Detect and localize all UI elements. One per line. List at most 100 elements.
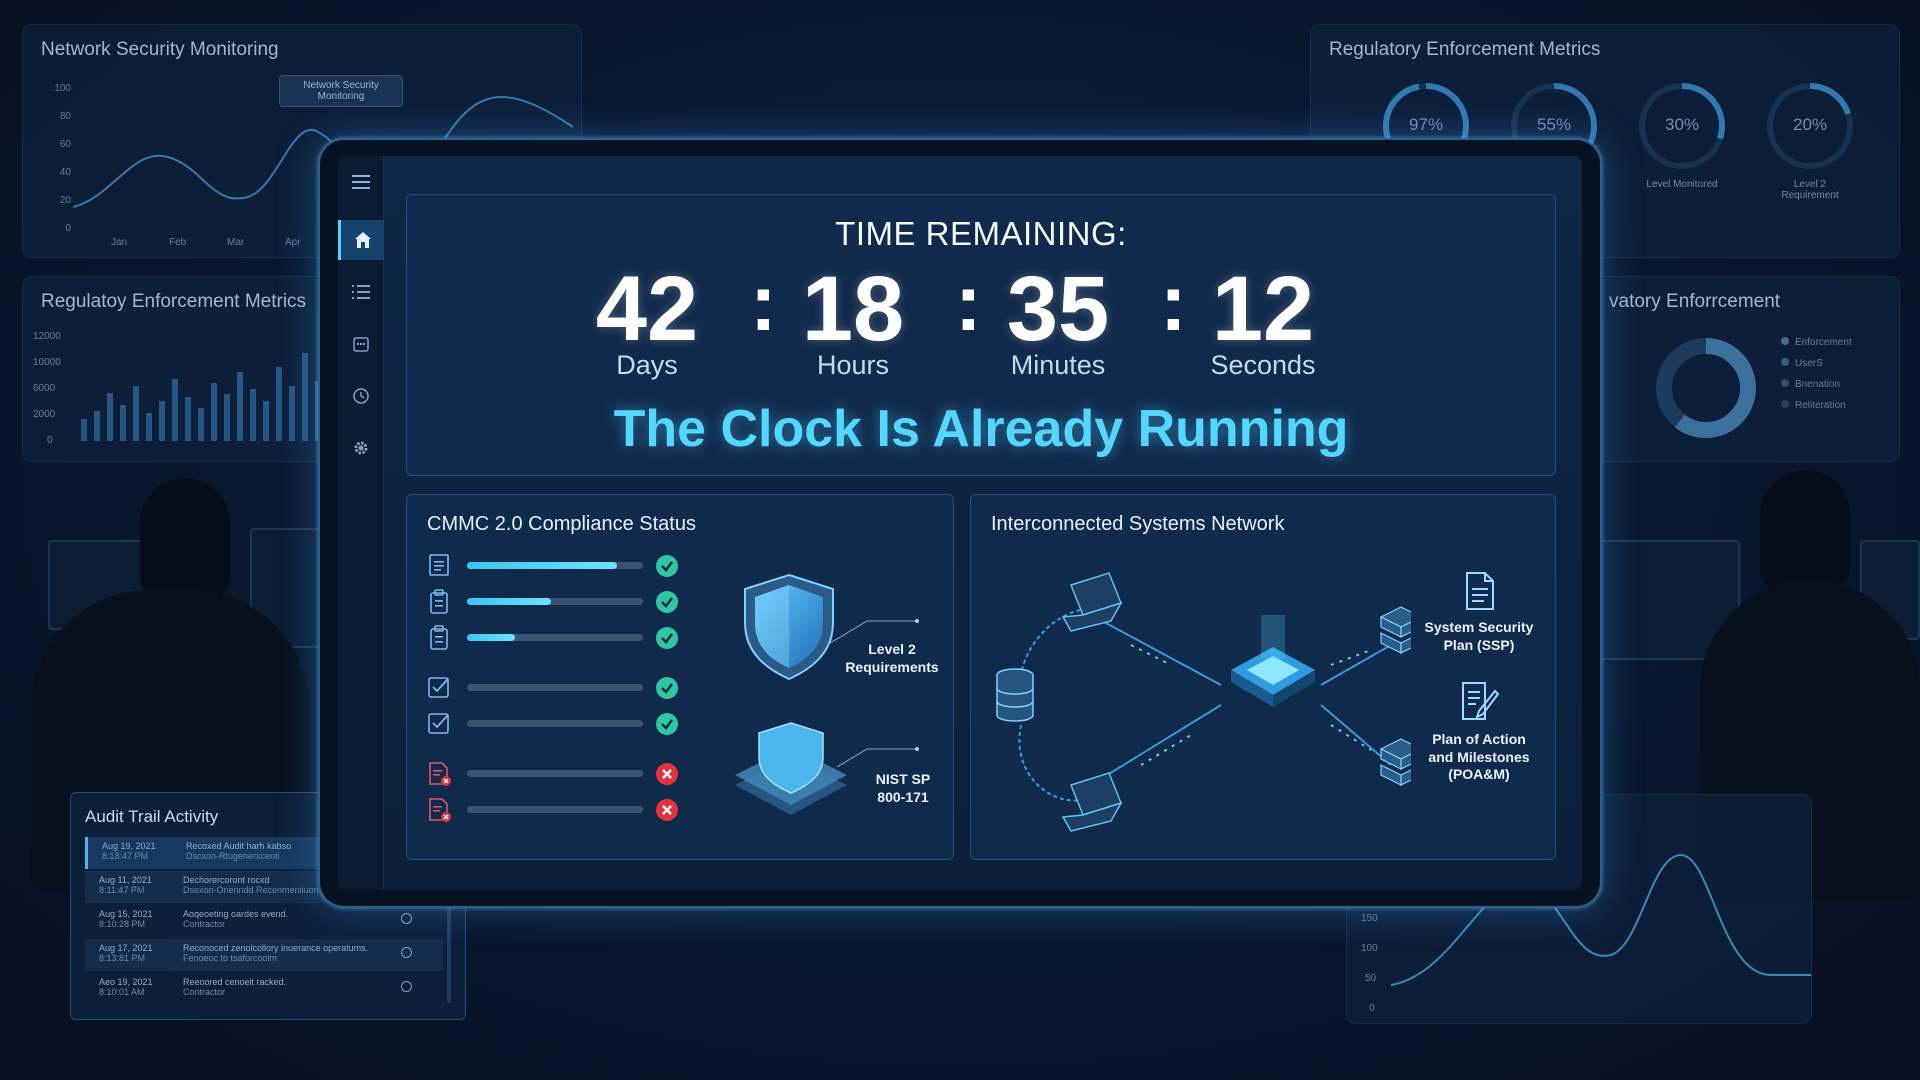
sidebar [338, 156, 384, 890]
error-circle-icon [656, 799, 678, 821]
check-circle-icon [656, 591, 678, 613]
sidebar-item-history[interactable] [338, 376, 384, 416]
document-icon [429, 554, 449, 576]
home-icon [354, 232, 371, 248]
bar [185, 397, 191, 441]
bar [120, 405, 126, 441]
bar-chart [81, 353, 334, 441]
tagline: The Clock Is Already Running [613, 400, 1349, 458]
regulatory-metrics-panel-left: Regulatoy Enforcement Metrics 12000 1000… [22, 276, 334, 462]
document-icon [1466, 572, 1494, 610]
y-axis-ticks: 100 80 60 40 20 0 [54, 83, 71, 234]
legend: Enforcement UserS Bnenation Reliteration [1781, 337, 1852, 411]
tablet-device: TIME REMAINING: 42 Days : 18 Hours : 35 … [318, 138, 1602, 908]
progress-track [467, 806, 643, 813]
progress-track [467, 598, 643, 605]
gear-icon [354, 441, 368, 455]
bar [198, 408, 204, 441]
list-icon [352, 285, 370, 299]
hours-label: Hours [816, 350, 890, 380]
bar [250, 389, 256, 441]
compliance-status-card: CMMC 2.0 Compliance Status Level 2 Requir… [406, 494, 954, 860]
sidebar-item-home[interactable] [338, 220, 384, 260]
layered-shield-icon [735, 722, 847, 815]
audit-row[interactable]: Aeo 19, 2021 8:10:01 AM Reeoored cenoeit r… [85, 973, 443, 1005]
person-silhouette [1760, 470, 1850, 590]
compliance-item [427, 675, 687, 701]
checkbox-icon [428, 713, 449, 734]
compliance-item [427, 797, 687, 823]
panel-title: vatory Enforrcement [1609, 291, 1781, 312]
hamburger-icon [352, 175, 370, 189]
info-icon[interactable] [401, 981, 412, 992]
database-icon [996, 668, 1034, 722]
ssp-label: System Security Plan (SSP) [1424, 619, 1534, 653]
progress-track [467, 634, 643, 641]
scrollbar[interactable] [447, 907, 451, 1003]
server-chip-icon [1231, 615, 1315, 707]
days-label: Days [616, 350, 678, 380]
gauge-value: 30% [1664, 115, 1700, 134]
clipboard-icon [430, 625, 448, 650]
bar [237, 372, 243, 441]
server-stack-icon [1379, 606, 1411, 786]
calendar-icon [353, 337, 369, 352]
progress-track [467, 684, 643, 691]
info-icon[interactable] [401, 913, 412, 924]
audit-row[interactable]: Aug 15, 2021 8:10:28 PM Aoqeoeting oardes … [85, 905, 443, 937]
check-circle-icon [656, 713, 678, 735]
check-circle-icon [656, 677, 678, 699]
person-silhouette [140, 478, 230, 598]
panel-title: Regulatory Enforcement Metrics [1329, 39, 1601, 60]
sidebar-item-settings[interactable] [338, 428, 384, 468]
progress-fill [467, 598, 551, 605]
panel-title: Regulatoy Enforcement Metrics [41, 291, 307, 312]
progress-track [467, 562, 643, 569]
progress-fill [467, 634, 515, 641]
panel-title: Network Security Monitoring [41, 39, 279, 60]
bar [81, 419, 87, 441]
plan-document-icon [1462, 682, 1499, 720]
minutes-value: 35 [1006, 258, 1110, 360]
gauge-label: Level Monitored [1646, 179, 1718, 190]
bar [289, 386, 295, 441]
audit-row[interactable]: Aug 17, 2021 8:13:81 PM Reconoced zenolcol… [85, 939, 443, 971]
compliance-item [427, 761, 687, 787]
sidebar-item-list[interactable] [338, 272, 384, 312]
bar [172, 379, 178, 441]
y-axis-ticks: 12000 10000 6000 2000 0 [33, 331, 61, 446]
minutes-label: Minutes [1010, 350, 1106, 380]
history-icon [353, 388, 369, 404]
bar [159, 401, 165, 441]
donut-chart [1656, 338, 1756, 438]
error-circle-icon [656, 763, 678, 785]
hours-value: 18 [801, 258, 905, 360]
bar [224, 394, 230, 441]
panel-title: Audit Trail Activity [85, 807, 219, 826]
check-circle-icon [656, 627, 678, 649]
gauge-value: 97% [1408, 115, 1444, 134]
bar [133, 386, 139, 441]
sidebar-item-calendar[interactable] [338, 324, 384, 364]
info-icon[interactable] [401, 947, 412, 958]
compliance-item [427, 553, 687, 579]
progress-fill [467, 562, 617, 569]
poam-label: Plan of Action and Milestones (POA&M) [1428, 731, 1530, 782]
bar [107, 393, 113, 441]
level2-requirements-label: Level 2 Requirements [845, 641, 939, 675]
bar [146, 413, 152, 441]
bar [263, 401, 269, 441]
network-diagram [996, 572, 1411, 832]
progress-track [467, 720, 643, 727]
separator: : [1160, 258, 1187, 347]
gauge-value: 55% [1536, 115, 1572, 134]
compliance-item [427, 711, 687, 737]
bar [94, 411, 100, 441]
progress-track [467, 770, 643, 777]
gauge: 30% Level Monitored [1637, 81, 1727, 231]
countdown-card: TIME REMAINING: 42 Days : 18 Hours : 35 … [406, 194, 1556, 476]
document-error-icon [429, 798, 451, 822]
regulatory-metrics-panel-right: vatory Enforrcement Enforcement UserS Bn… [1590, 276, 1900, 462]
dashboard-screen: TIME REMAINING: 42 Days : 18 Hours : 35 … [338, 156, 1582, 890]
menu-button[interactable] [338, 162, 384, 202]
